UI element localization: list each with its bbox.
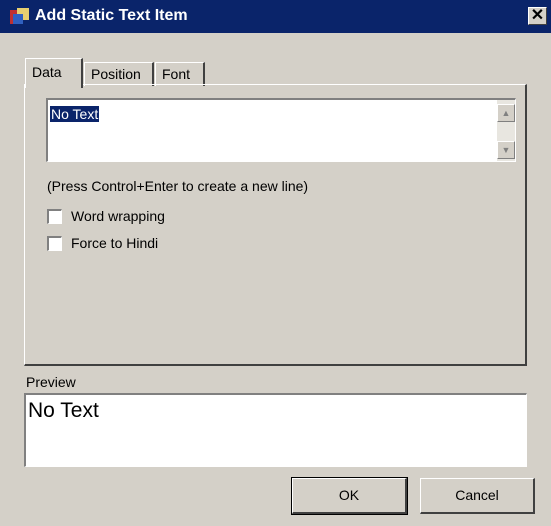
- text-input-value: No Text: [50, 106, 100, 122]
- cancel-button[interactable]: Cancel: [420, 478, 535, 514]
- title-bar[interactable]: Add Static Text Item ✕: [0, 0, 551, 33]
- force-to-hindi-checkbox[interactable]: [47, 236, 62, 251]
- dialog-window: Add Static Text Item ✕ Data Position Fon…: [0, 0, 551, 526]
- app-icon: [10, 8, 29, 24]
- preview-box: No Text: [24, 393, 527, 467]
- new-line-hint: (Press Control+Enter to create a new lin…: [47, 178, 309, 194]
- force-to-hindi-label: Force to Hindi: [71, 235, 159, 251]
- tab-font[interactable]: Font: [155, 62, 205, 86]
- close-button[interactable]: ✕: [528, 7, 547, 25]
- textarea-scrollbar[interactable]: ▲ ▼: [497, 100, 515, 161]
- tab-data[interactable]: Data: [25, 58, 83, 88]
- preview-label: Preview: [26, 374, 76, 390]
- window-title: Add Static Text Item: [35, 7, 188, 24]
- scroll-down-icon[interactable]: ▼: [497, 141, 515, 159]
- close-icon: ✕: [530, 7, 545, 24]
- ok-button[interactable]: OK: [291, 477, 408, 515]
- word-wrapping-checkbox[interactable]: [47, 209, 62, 224]
- word-wrapping-label: Word wrapping: [71, 208, 165, 224]
- text-input[interactable]: No Text ▲ ▼: [46, 98, 516, 162]
- scroll-up-icon[interactable]: ▲: [497, 104, 515, 122]
- tab-position[interactable]: Position: [84, 62, 154, 86]
